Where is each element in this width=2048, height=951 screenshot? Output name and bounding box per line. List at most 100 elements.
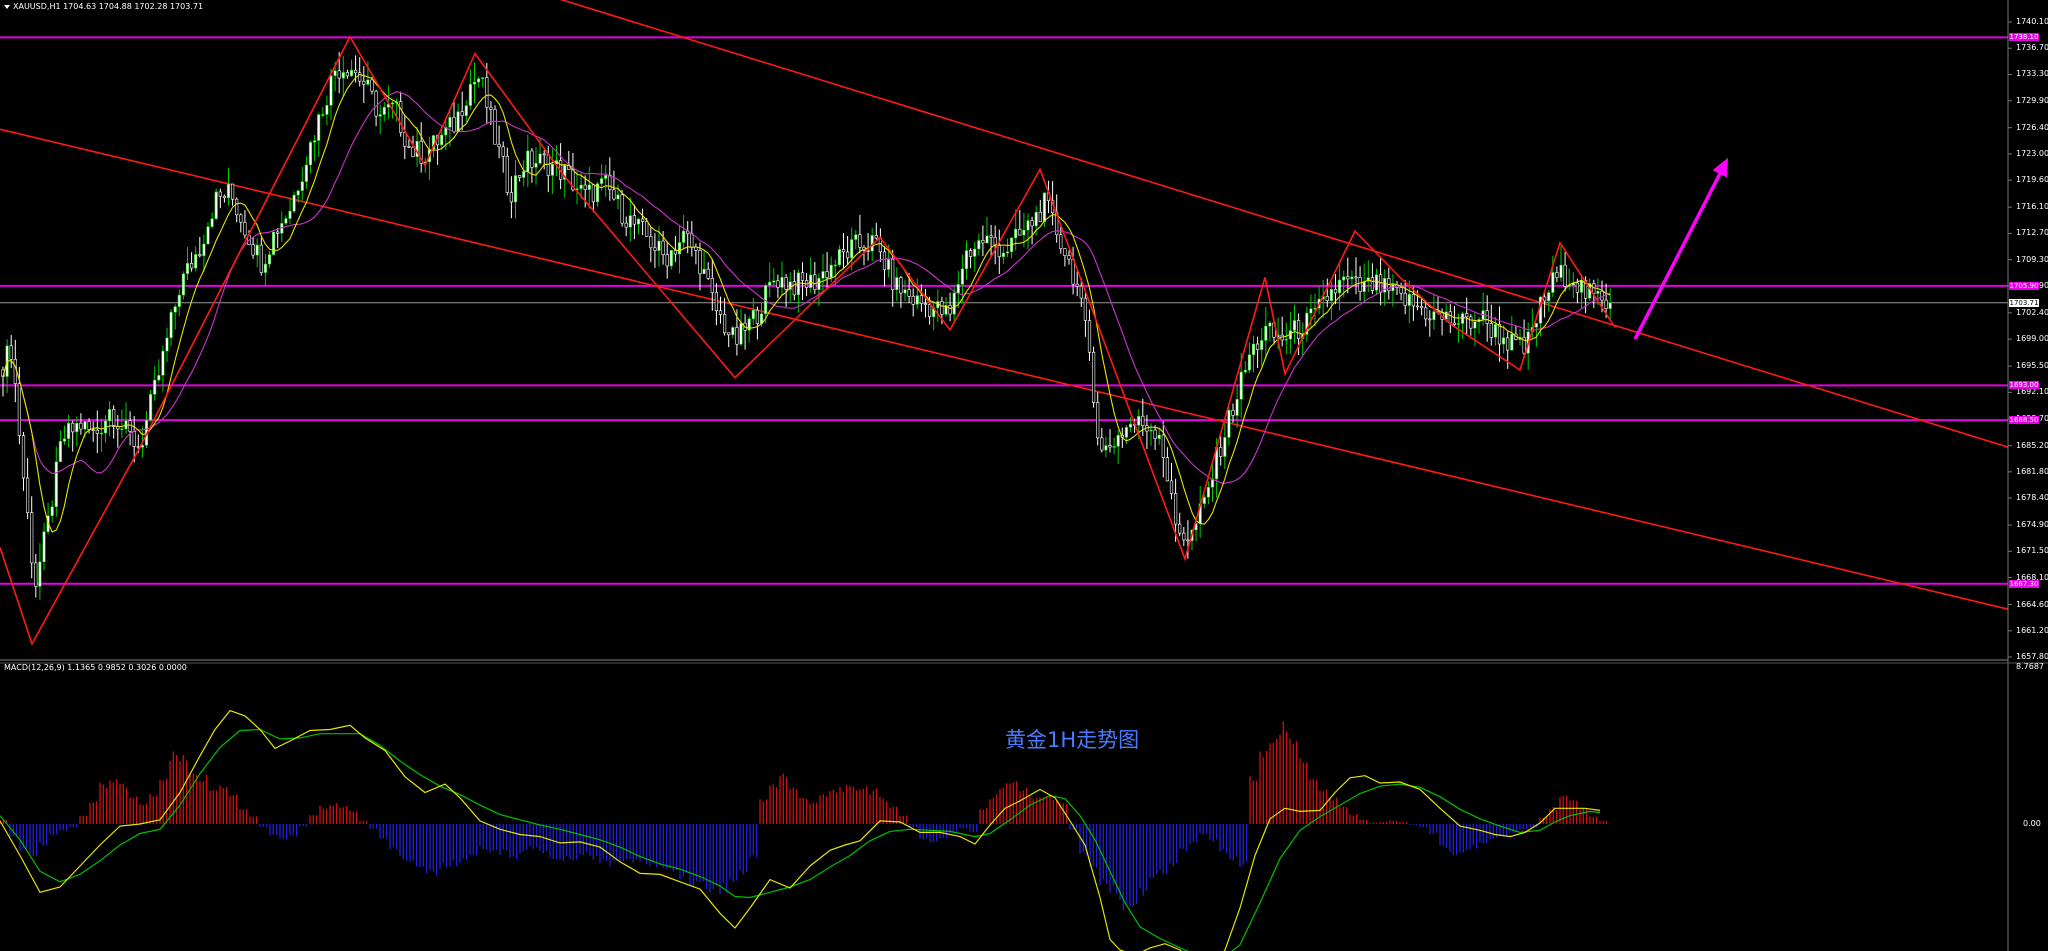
candle-body — [706, 268, 710, 279]
candle-body — [977, 240, 981, 250]
level-price-badge: 1667.30 — [2009, 579, 2039, 588]
candle-body — [1256, 343, 1260, 350]
candle-body — [784, 277, 788, 290]
candle-body — [1235, 398, 1239, 416]
candle-body — [1329, 289, 1333, 302]
macd-max-label: 8.7687 — [2016, 662, 2044, 671]
candle-body — [1309, 308, 1313, 314]
candle-body — [17, 383, 22, 436]
candle-body — [1165, 457, 1169, 482]
candle-body — [1075, 283, 1079, 287]
candle-body — [882, 251, 887, 270]
candle-body — [1206, 487, 1210, 498]
candle-body — [1096, 402, 1100, 439]
candle-body — [1374, 274, 1379, 291]
candle-body — [821, 271, 825, 279]
candle-body — [374, 90, 378, 117]
collapse-triangle-icon[interactable] — [4, 4, 10, 9]
candle-body — [1018, 228, 1022, 236]
candle-body — [1251, 343, 1256, 356]
candle-body — [1346, 276, 1350, 280]
candle-body — [1104, 445, 1108, 451]
candle-body — [349, 69, 354, 77]
candle-body — [1485, 310, 1489, 324]
candle-body — [1510, 333, 1514, 351]
candle-body — [9, 345, 13, 360]
candle-body — [1358, 277, 1362, 292]
candle-body — [1042, 192, 1046, 223]
candle-body — [1137, 415, 1141, 426]
candle-body — [915, 295, 919, 305]
candle-body — [1403, 292, 1407, 306]
candle-body — [989, 235, 993, 238]
candle-body — [390, 102, 395, 105]
candle-body — [1063, 248, 1067, 256]
candle-body — [440, 134, 444, 146]
candle-body — [83, 421, 87, 430]
macd-zero-label: 0.00 — [2023, 819, 2041, 828]
candle-body — [378, 114, 382, 117]
candle-body — [698, 250, 702, 275]
candle-body — [1563, 264, 1567, 287]
candle-body — [956, 284, 960, 294]
candle-body — [1391, 284, 1395, 292]
candle-body — [964, 250, 969, 270]
candle-body — [1157, 434, 1161, 439]
candle-body — [91, 429, 95, 431]
trading-chart[interactable] — [0, 0, 2048, 951]
candle-body — [108, 409, 112, 422]
candle-body — [509, 192, 514, 203]
candle-body — [54, 461, 58, 508]
candle-body — [624, 222, 628, 228]
candle-body — [1243, 369, 1247, 373]
candle-body — [776, 280, 780, 288]
candle-body — [239, 214, 243, 223]
candle-body — [1067, 255, 1071, 260]
candle-body — [1083, 297, 1087, 321]
candle-body — [1469, 316, 1473, 329]
candle-body — [194, 254, 198, 269]
candle-body — [899, 277, 903, 294]
price-tick-label: 1726.40 — [2016, 122, 2048, 132]
candle-body — [1424, 307, 1428, 320]
candle-body — [329, 75, 333, 106]
candle-body — [1575, 282, 1579, 293]
symbol-header: XAUUSD,H1 1704.63 1704.88 1702.28 1703.7… — [4, 2, 203, 11]
candle-body — [304, 164, 309, 182]
price-tick-label: 1740.10 — [2016, 17, 2048, 26]
candle-body — [1420, 306, 1424, 309]
candle-body — [981, 240, 985, 244]
macd-values-text: MACD(12,26,9) 1.1365 0.9852 0.3026 0.000… — [4, 663, 187, 672]
price-tick-label: 1681.80 — [2016, 466, 2048, 476]
candle-body — [968, 250, 973, 257]
candle-body — [1161, 434, 1165, 458]
candle-body — [1223, 437, 1227, 457]
price-tick-label: 1702.40 — [2016, 307, 2048, 317]
candle-body — [800, 272, 805, 281]
candle-body — [1239, 371, 1243, 400]
candle-body — [226, 183, 231, 199]
candle-body — [690, 233, 694, 248]
candle-body — [1489, 323, 1493, 338]
candle-body — [157, 375, 161, 381]
candle-body — [288, 210, 292, 219]
candle-body — [308, 142, 313, 166]
candle-body — [854, 234, 858, 240]
candle-body — [1604, 299, 1608, 309]
candle-body — [276, 231, 280, 234]
price-tick-label: 1716.10 — [2016, 202, 2048, 212]
candle-body — [1100, 437, 1104, 451]
candle-body — [259, 244, 263, 273]
candle-body — [456, 111, 460, 132]
candle-body — [1596, 291, 1600, 294]
candle-body — [1178, 523, 1182, 534]
price-tick-label: 1661.20 — [2016, 625, 2048, 635]
candle-body — [702, 268, 706, 275]
candle-body — [1370, 277, 1374, 291]
candle-body — [817, 277, 821, 291]
candle-body — [837, 249, 841, 266]
candle-body — [731, 327, 735, 336]
price-tick-label: 1709.30 — [2016, 254, 2048, 264]
candle-body — [190, 263, 194, 269]
candle-body — [267, 254, 272, 265]
